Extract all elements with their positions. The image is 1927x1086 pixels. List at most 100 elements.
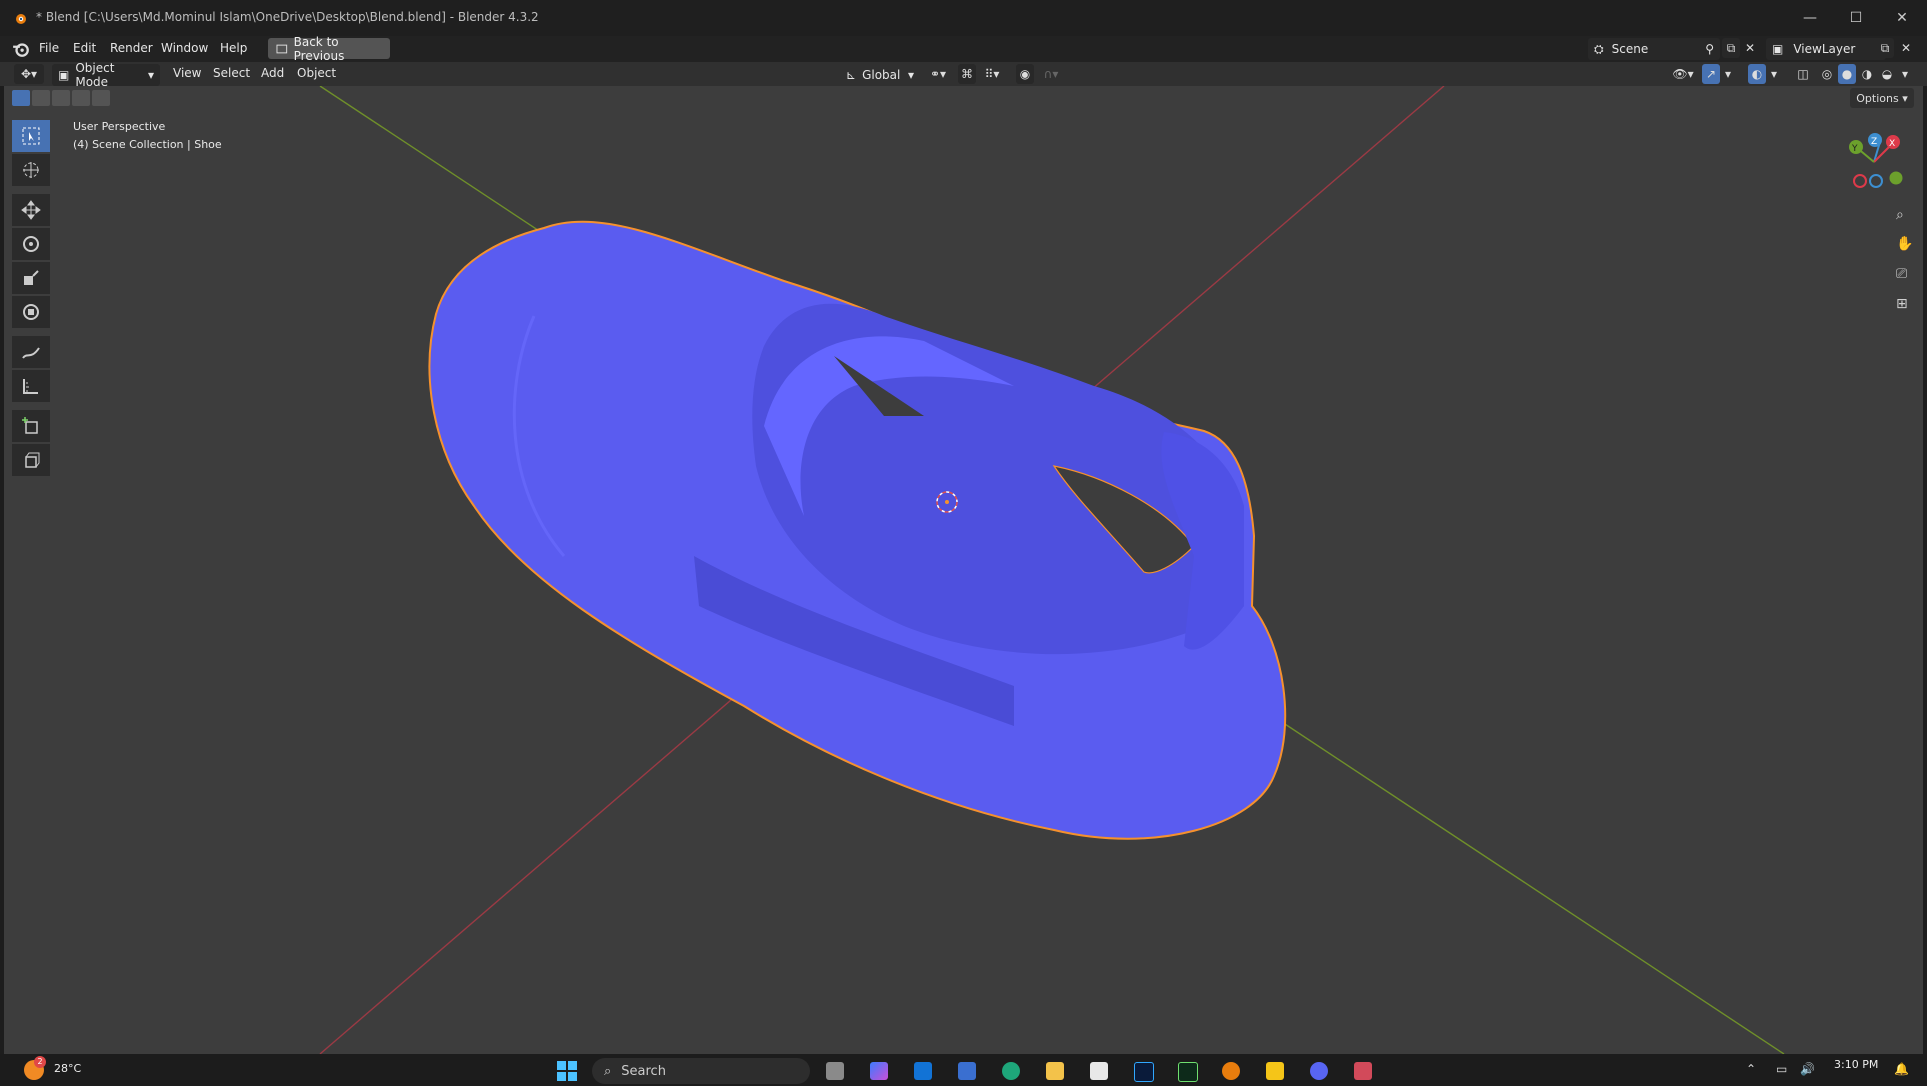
viewport-scene[interactable]: Y Z X ⌕ ✋ ⎚ ⊞ [4, 86, 1923, 1054]
menu-view[interactable]: View [173, 66, 201, 80]
edge-icon[interactable] [1002, 1062, 1020, 1080]
editor-type-icon[interactable]: ✥▾ [14, 64, 44, 84]
viewlayer-selector[interactable]: ▣ ViewLayer [1766, 38, 1886, 60]
back-to-previous-button[interactable]: Back to Previous [268, 35, 390, 63]
copilot-icon[interactable] [870, 1062, 888, 1080]
new-viewlayer-icon[interactable]: ⧉ [1876, 38, 1894, 58]
blender-logo-icon [16, 14, 26, 24]
delete-scene-icon[interactable]: ✕ [1742, 38, 1758, 58]
select-intersect-icon[interactable] [92, 90, 110, 106]
file-explorer-icon[interactable] [1046, 1062, 1064, 1080]
blender-taskbar-icon[interactable] [1222, 1062, 1240, 1080]
material-shading-icon[interactable]: ◑ [1858, 64, 1876, 84]
menu-select[interactable]: Select [213, 66, 250, 80]
snap-icon[interactable]: ⌘ [958, 64, 976, 84]
rotate-tool-icon[interactable] [12, 228, 50, 260]
select-invert-icon[interactable] [72, 90, 90, 106]
snap-target-icon[interactable]: ⠿▾ [978, 64, 1006, 84]
3d-viewport[interactable]: Y Z X ⌕ ✋ ⎚ ⊞ Options ▾ User Perspective… [4, 86, 1923, 1054]
gizmo-toggle-icon[interactable]: ↗ [1702, 64, 1720, 84]
search-icon: ⌕ [604, 1063, 612, 1079]
falloff-icon[interactable]: ∩▾ [1038, 64, 1064, 84]
back-to-previous-label: Back to Previous [293, 34, 345, 63]
chevron-down-icon[interactable]: ▾ [1768, 64, 1780, 84]
add-cube-tool-icon[interactable] [12, 410, 50, 442]
zoom-icon[interactable]: ⌕ [1896, 207, 1904, 223]
photoshop-icon[interactable] [1134, 1062, 1154, 1082]
menu-add[interactable]: Add [261, 66, 284, 80]
scene-icon: ⛭ [1594, 41, 1604, 56]
gizmo-x-label: X [1889, 139, 1895, 149]
pin-icon[interactable]: ⚲ [1705, 42, 1714, 56]
windows-start-icon[interactable] [556, 1060, 578, 1082]
select-subtract-icon[interactable] [52, 90, 70, 106]
pan-hand-icon[interactable]: ✋ [1896, 235, 1913, 252]
xray-icon[interactable]: ◫ [1794, 64, 1812, 84]
gizmo-z-label: Z [1871, 137, 1877, 147]
sticky-notes-icon[interactable] [1266, 1062, 1284, 1080]
scene-selector[interactable]: ⛭ Scene ⚲ [1588, 38, 1720, 60]
orientation-icon: ⊾ [846, 68, 857, 82]
outlook-icon[interactable] [914, 1062, 932, 1080]
blender-menu-icon[interactable] [12, 40, 30, 58]
network-icon[interactable]: ▭ [1776, 1062, 1787, 1076]
weather-temperature[interactable]: 28°C [54, 1062, 81, 1075]
annotate-tool-icon[interactable] [12, 336, 50, 368]
volume-icon[interactable]: 🔊 [1800, 1062, 1815, 1076]
menu-bar: File Edit Render Window Help Back to Pre… [0, 35, 1927, 63]
rendered-shading-icon[interactable]: ◒ [1878, 64, 1896, 84]
notification-bell-icon[interactable]: 🔔 [1894, 1062, 1909, 1076]
delete-viewlayer-icon[interactable]: ✕ [1898, 38, 1914, 58]
task-view-icon[interactable] [826, 1062, 844, 1080]
chevron-down-icon[interactable]: ▾ [1898, 64, 1912, 84]
scale-tool-icon[interactable] [12, 262, 50, 294]
select-box-tool-icon[interactable] [12, 120, 50, 152]
show-hidden-icons-icon[interactable]: ⌃ [1746, 1062, 1756, 1076]
cursor-tool-icon[interactable] [12, 154, 50, 186]
measure-tool-icon[interactable] [12, 370, 50, 402]
menu-help[interactable]: Help [220, 41, 247, 55]
title-bar: * Blend [C:\Users\Md.Mominul Islam\OneDr… [0, 0, 1927, 36]
viewport-header: ✥▾ ▣ Object Mode ▾ View Select Add Objec… [0, 61, 1927, 89]
mode-selector[interactable]: ▣ Object Mode ▾ [52, 61, 160, 89]
viewlayer-icon: ▣ [1772, 42, 1784, 56]
pivot-point-icon[interactable]: ⚭▾ [924, 64, 952, 84]
close-button[interactable]: ✕ [1882, 6, 1922, 30]
camera-view-icon[interactable]: ⎚ [1896, 266, 1907, 282]
wireframe-shading-icon[interactable]: ◎ [1818, 64, 1836, 84]
painter-icon[interactable] [1178, 1062, 1198, 1082]
extrude-tool-icon[interactable] [12, 444, 50, 476]
menu-window[interactable]: Window [161, 41, 208, 55]
selection-mode-group [12, 90, 110, 106]
menu-render[interactable]: Render [110, 41, 153, 55]
chevron-down-icon[interactable]: ▾ [1722, 64, 1734, 84]
snipping-tool-icon[interactable] [1354, 1062, 1372, 1080]
viewlayer-label: ViewLayer [1793, 42, 1856, 56]
menu-object[interactable]: Object [297, 66, 336, 80]
proportional-edit-icon[interactable]: ◉ [1016, 64, 1034, 84]
search-placeholder: Search [621, 1063, 666, 1079]
transform-tool-icon[interactable] [12, 296, 50, 328]
menu-edit[interactable]: Edit [73, 41, 96, 55]
maximize-button[interactable]: ☐ [1836, 6, 1876, 30]
taskbar-search-input[interactable]: ⌕ Search [592, 1058, 810, 1084]
overlays-icon[interactable]: ◐ [1748, 64, 1766, 84]
transform-orientation-selector[interactable]: ⊾ Global ▾ [840, 64, 920, 86]
select-new-icon[interactable] [12, 90, 30, 106]
mode-label: Object Mode [75, 61, 115, 89]
clock-time[interactable]: 3:10 PM [1834, 1058, 1878, 1071]
solid-shading-icon[interactable]: ● [1838, 64, 1856, 84]
discord-icon[interactable] [1310, 1062, 1328, 1080]
ortho-grid-icon[interactable]: ⊞ [1896, 296, 1908, 312]
new-scene-icon[interactable]: ⧉ [1722, 38, 1740, 58]
shoe-object[interactable] [428, 220, 1287, 840]
options-dropdown[interactable]: Options ▾ [1850, 88, 1914, 108]
move-tool-icon[interactable] [12, 194, 50, 226]
select-extend-icon[interactable] [32, 90, 50, 106]
visibility-icon[interactable]: 👁▾ [1668, 64, 1698, 84]
minimize-button[interactable]: — [1790, 6, 1830, 30]
store-icon[interactable] [958, 1062, 976, 1080]
notepad-icon[interactable] [1090, 1062, 1108, 1080]
chevron-down-icon: ▾ [907, 68, 914, 82]
menu-file[interactable]: File [39, 41, 59, 55]
